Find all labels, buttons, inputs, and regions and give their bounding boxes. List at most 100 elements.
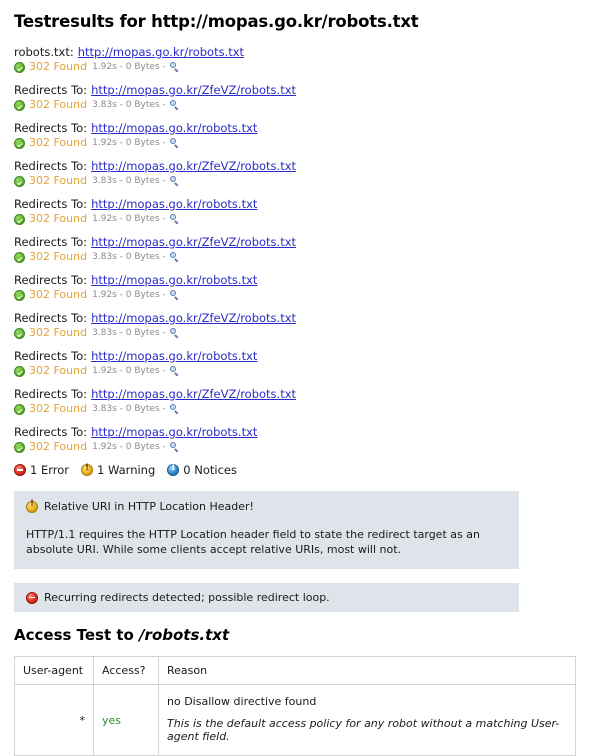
status-meta-label: 3.83s - 0 Bytes - xyxy=(92,328,166,338)
check-circle-icon xyxy=(14,99,25,111)
redirect-chain-entry: Redirects To: http://mopas.go.kr/robots.t… xyxy=(14,121,584,150)
redirect-url-link[interactable]: http://mopas.go.kr/ZfeVZ/robots.txt xyxy=(91,311,296,325)
redirect-url-link[interactable]: http://mopas.go.kr/ZfeVZ/robots.txt xyxy=(91,235,296,249)
magnifier-icon[interactable] xyxy=(169,328,180,338)
magnifier-icon[interactable] xyxy=(169,290,180,300)
redirect-status-row: 302 Found 1.92s - 0 Bytes - xyxy=(14,440,584,454)
status-code-label: 302 Found xyxy=(29,136,88,149)
access-table-body: * yes no Disallow directive found This i… xyxy=(14,684,576,756)
summary-errors: 1 Error xyxy=(14,463,69,477)
redirect-target-row: Redirects To: http://mopas.go.kr/robots.t… xyxy=(14,197,584,211)
redirect-label: Redirects To: xyxy=(14,273,88,287)
check-circle-icon xyxy=(14,61,25,73)
check-circle-icon xyxy=(14,175,25,187)
redirect-url-link[interactable]: http://mopas.go.kr/robots.txt xyxy=(91,197,257,211)
redirect-status-row: 302 Found 1.92s - 0 Bytes - xyxy=(14,288,584,302)
redirect-url-link[interactable]: http://mopas.go.kr/robots.txt xyxy=(91,273,257,287)
redirect-target-row: Redirects To: http://mopas.go.kr/ZfeVZ/ro… xyxy=(14,387,584,401)
message-heading-row: Recurring redirects detected; possible r… xyxy=(26,591,507,604)
cell-reason: no Disallow directive found This is the … xyxy=(158,684,576,756)
status-code-label: 302 Found xyxy=(29,440,88,453)
message-box-warning: Relative URI in HTTP Location Header! HT… xyxy=(14,491,519,569)
redirect-chain-entry: Redirects To: http://mopas.go.kr/robots.t… xyxy=(14,349,584,378)
status-code-label: 302 Found xyxy=(29,174,88,187)
warning-icon xyxy=(81,463,94,476)
warning-icon xyxy=(26,499,38,513)
summary-warnings: 1 Warning xyxy=(81,463,155,477)
redirect-status-row: 302 Found 3.83s - 0 Bytes - xyxy=(14,98,584,112)
magnifier-icon[interactable] xyxy=(169,366,180,376)
magnifier-icon[interactable] xyxy=(169,62,180,72)
magnifier-icon[interactable] xyxy=(169,138,180,148)
access-test-table: User-agent Access? Reason * yes no Disal… xyxy=(14,656,576,756)
message-heading-row: Relative URI in HTTP Location Header! xyxy=(26,499,507,513)
status-code-label: 302 Found xyxy=(29,364,88,377)
summary-warnings-label: 1 Warning xyxy=(97,463,156,477)
redirect-label: Redirects To: xyxy=(14,311,88,325)
status-meta-label: 3.83s - 0 Bytes - xyxy=(92,100,166,110)
magnifier-icon[interactable] xyxy=(169,404,180,414)
redirect-url-link[interactable]: http://mopas.go.kr/robots.txt xyxy=(78,45,244,59)
reason-main-text: no Disallow directive found xyxy=(167,695,317,708)
redirect-label: Redirects To: xyxy=(14,159,88,173)
issue-summary: 1 Error 1 Warning 0 Notices xyxy=(14,463,584,477)
magnifier-icon[interactable] xyxy=(169,100,180,110)
redirect-chain-entry: Redirects To: http://mopas.go.kr/ZfeVZ/ro… xyxy=(14,235,584,264)
redirect-url-link[interactable]: http://mopas.go.kr/robots.txt xyxy=(91,425,257,439)
redirect-chain-entry: Redirects To: http://mopas.go.kr/ZfeVZ/ro… xyxy=(14,387,584,416)
status-meta-label: 3.83s - 0 Bytes - xyxy=(92,404,166,414)
reason-note-text: This is the default access policy for an… xyxy=(167,717,560,743)
redirect-label: Redirects To: xyxy=(14,235,88,249)
check-circle-icon xyxy=(14,289,25,301)
redirect-target-row: Redirects To: http://mopas.go.kr/robots.t… xyxy=(14,425,584,439)
status-meta-label: 1.92s - 0 Bytes - xyxy=(92,290,166,300)
access-test-title-prefix: Access Test to xyxy=(14,626,140,644)
redirect-chain-entry: Redirects To: http://mopas.go.kr/robots.t… xyxy=(14,197,584,226)
redirect-url-link[interactable]: http://mopas.go.kr/ZfeVZ/robots.txt xyxy=(91,83,296,97)
access-test-title-path: /robots.txt xyxy=(139,626,230,644)
message-heading: Relative URI in HTTP Location Header! xyxy=(44,500,254,513)
status-meta-label: 3.83s - 0 Bytes - xyxy=(92,252,166,262)
redirect-target-row: Redirects To: http://mopas.go.kr/robots.t… xyxy=(14,349,584,363)
status-meta-label: 1.92s - 0 Bytes - xyxy=(92,62,166,72)
magnifier-icon[interactable] xyxy=(169,252,180,262)
status-code-label: 302 Found xyxy=(29,212,88,225)
redirect-label: Redirects To: xyxy=(14,83,88,97)
magnifier-icon[interactable] xyxy=(169,442,180,452)
magnifier-icon[interactable] xyxy=(169,214,180,224)
redirect-target-row: Redirects To: http://mopas.go.kr/ZfeVZ/ro… xyxy=(14,235,584,249)
access-table-head: User-agent Access? Reason xyxy=(14,656,576,685)
test-results-page: Testresults for http://mopas.go.kr/robot… xyxy=(0,12,598,756)
magnifier-icon[interactable] xyxy=(169,176,180,186)
redirect-chain-list: robots.txt: http://mopas.go.kr/robots.txt… xyxy=(14,45,584,454)
check-circle-icon xyxy=(14,441,25,453)
redirect-url-link[interactable]: http://mopas.go.kr/robots.txt xyxy=(91,349,257,363)
check-circle-icon xyxy=(14,213,25,225)
redirect-chain-entry: robots.txt: http://mopas.go.kr/robots.txt… xyxy=(14,45,584,74)
redirect-status-row: 302 Found 3.83s - 0 Bytes - xyxy=(14,174,584,188)
redirect-chain-entry: Redirects To: http://mopas.go.kr/ZfeVZ/ro… xyxy=(14,311,584,340)
redirect-url-link[interactable]: http://mopas.go.kr/ZfeVZ/robots.txt xyxy=(91,387,296,401)
redirect-target-row: Redirects To: http://mopas.go.kr/ZfeVZ/ro… xyxy=(14,159,584,173)
redirect-chain-entry: Redirects To: http://mopas.go.kr/robots.t… xyxy=(14,425,584,454)
check-circle-icon xyxy=(14,403,25,415)
error-icon xyxy=(14,464,26,476)
check-circle-icon xyxy=(14,251,25,263)
summary-notices-label: 0 Notices xyxy=(183,463,237,477)
page-title: Testresults for http://mopas.go.kr/robot… xyxy=(14,12,419,31)
status-meta-label: 1.92s - 0 Bytes - xyxy=(92,138,166,148)
message-box-error: Recurring redirects detected; possible r… xyxy=(14,583,519,612)
redirect-target-row: robots.txt: http://mopas.go.kr/robots.txt xyxy=(14,45,584,59)
redirect-url-link[interactable]: http://mopas.go.kr/ZfeVZ/robots.txt xyxy=(91,159,296,173)
check-circle-icon xyxy=(14,365,25,377)
message-heading: Recurring redirects detected; possible r… xyxy=(44,591,330,604)
redirect-status-row: 302 Found 3.83s - 0 Bytes - xyxy=(14,250,584,264)
access-test-title: Access Test to /robots.txt xyxy=(14,626,584,644)
redirect-label: Redirects To: xyxy=(14,197,88,211)
status-code-label: 302 Found xyxy=(29,250,88,263)
summary-errors-label: 1 Error xyxy=(30,463,70,477)
redirect-url-link[interactable]: http://mopas.go.kr/robots.txt xyxy=(91,121,257,135)
redirect-chain-entry: Redirects To: http://mopas.go.kr/robots.t… xyxy=(14,273,584,302)
status-meta-label: 1.92s - 0 Bytes - xyxy=(92,442,166,452)
redirect-label: Redirects To: xyxy=(14,425,88,439)
